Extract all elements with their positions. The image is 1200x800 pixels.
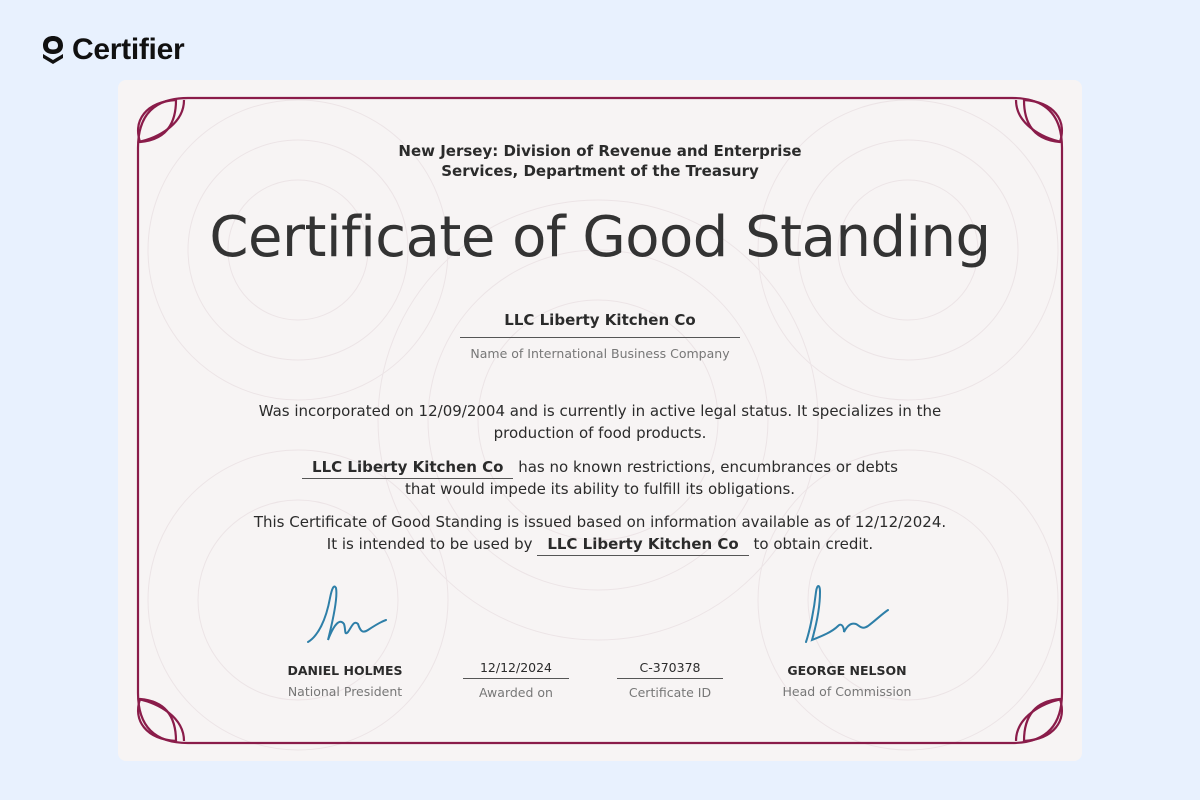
- issuer-line-2: Services, Department of the Treasury: [441, 162, 759, 180]
- p1-line-1: Was incorporated on 12/09/2004 and is cu…: [258, 402, 942, 420]
- company-caption: Name of International Business Company: [470, 346, 730, 361]
- awarded-block: 12/12/2024 Awarded on: [451, 660, 581, 700]
- p3-pre: It is intended to be used by: [326, 535, 538, 553]
- signatory-left: DANIEL HOLMES National President: [255, 663, 435, 699]
- certificate-title: Certificate of Good Standing: [209, 205, 991, 270]
- certificate-id-value: C-370378: [617, 660, 723, 679]
- brand-name: Certifier: [72, 33, 185, 66]
- p2-line-2: that would impede its ability to fulfill…: [404, 480, 796, 498]
- certificate-id-block: C-370378 Certificate ID: [605, 660, 735, 700]
- certifier-logo-icon: [43, 36, 63, 64]
- incorporation-paragraph: Was incorporated on 12/09/2004 and is cu…: [208, 400, 992, 444]
- signatory-right-role: Head of Commission: [782, 684, 912, 699]
- awarded-date: 12/12/2024: [463, 660, 569, 679]
- p1-line-2: production of food products.: [493, 424, 707, 442]
- p3-company-name: LLC Liberty Kitchen Co: [537, 535, 749, 556]
- restrictions-paragraph: LLC Liberty Kitchen Co has no known rest…: [208, 456, 992, 500]
- issuer-line-1: New Jersey: Division of Revenue and Ente…: [398, 142, 802, 160]
- awarded-caption: Awarded on: [479, 685, 553, 700]
- signatory-left-role: National President: [287, 684, 403, 699]
- p2-company-name: LLC Liberty Kitchen Co: [302, 458, 514, 479]
- issuance-paragraph: This Certificate of Good Standing is iss…: [208, 511, 992, 556]
- certificate-paper: New Jersey: Division of Revenue and Ente…: [118, 80, 1082, 761]
- signatory-right: GEORGE NELSON Head of Commission: [757, 663, 937, 699]
- signature-left: [307, 585, 387, 643]
- company-name: LLC Liberty Kitchen Co: [504, 311, 696, 329]
- certificate-id-caption: Certificate ID: [628, 685, 712, 700]
- p2-rest: has no known restrictions, encumbrances …: [513, 458, 898, 476]
- p3-line-1: This Certificate of Good Standing is iss…: [253, 513, 947, 531]
- p3-post: to obtain credit.: [748, 535, 874, 553]
- brand-logo: Certifier: [40, 33, 185, 67]
- issuer-heading: New Jersey: Division of Revenue and Ente…: [118, 141, 1082, 181]
- company-underline: [460, 337, 740, 338]
- signature-right: [805, 585, 889, 643]
- signatory-left-name: DANIEL HOLMES: [287, 663, 403, 678]
- signatory-right-name: GEORGE NELSON: [787, 663, 907, 678]
